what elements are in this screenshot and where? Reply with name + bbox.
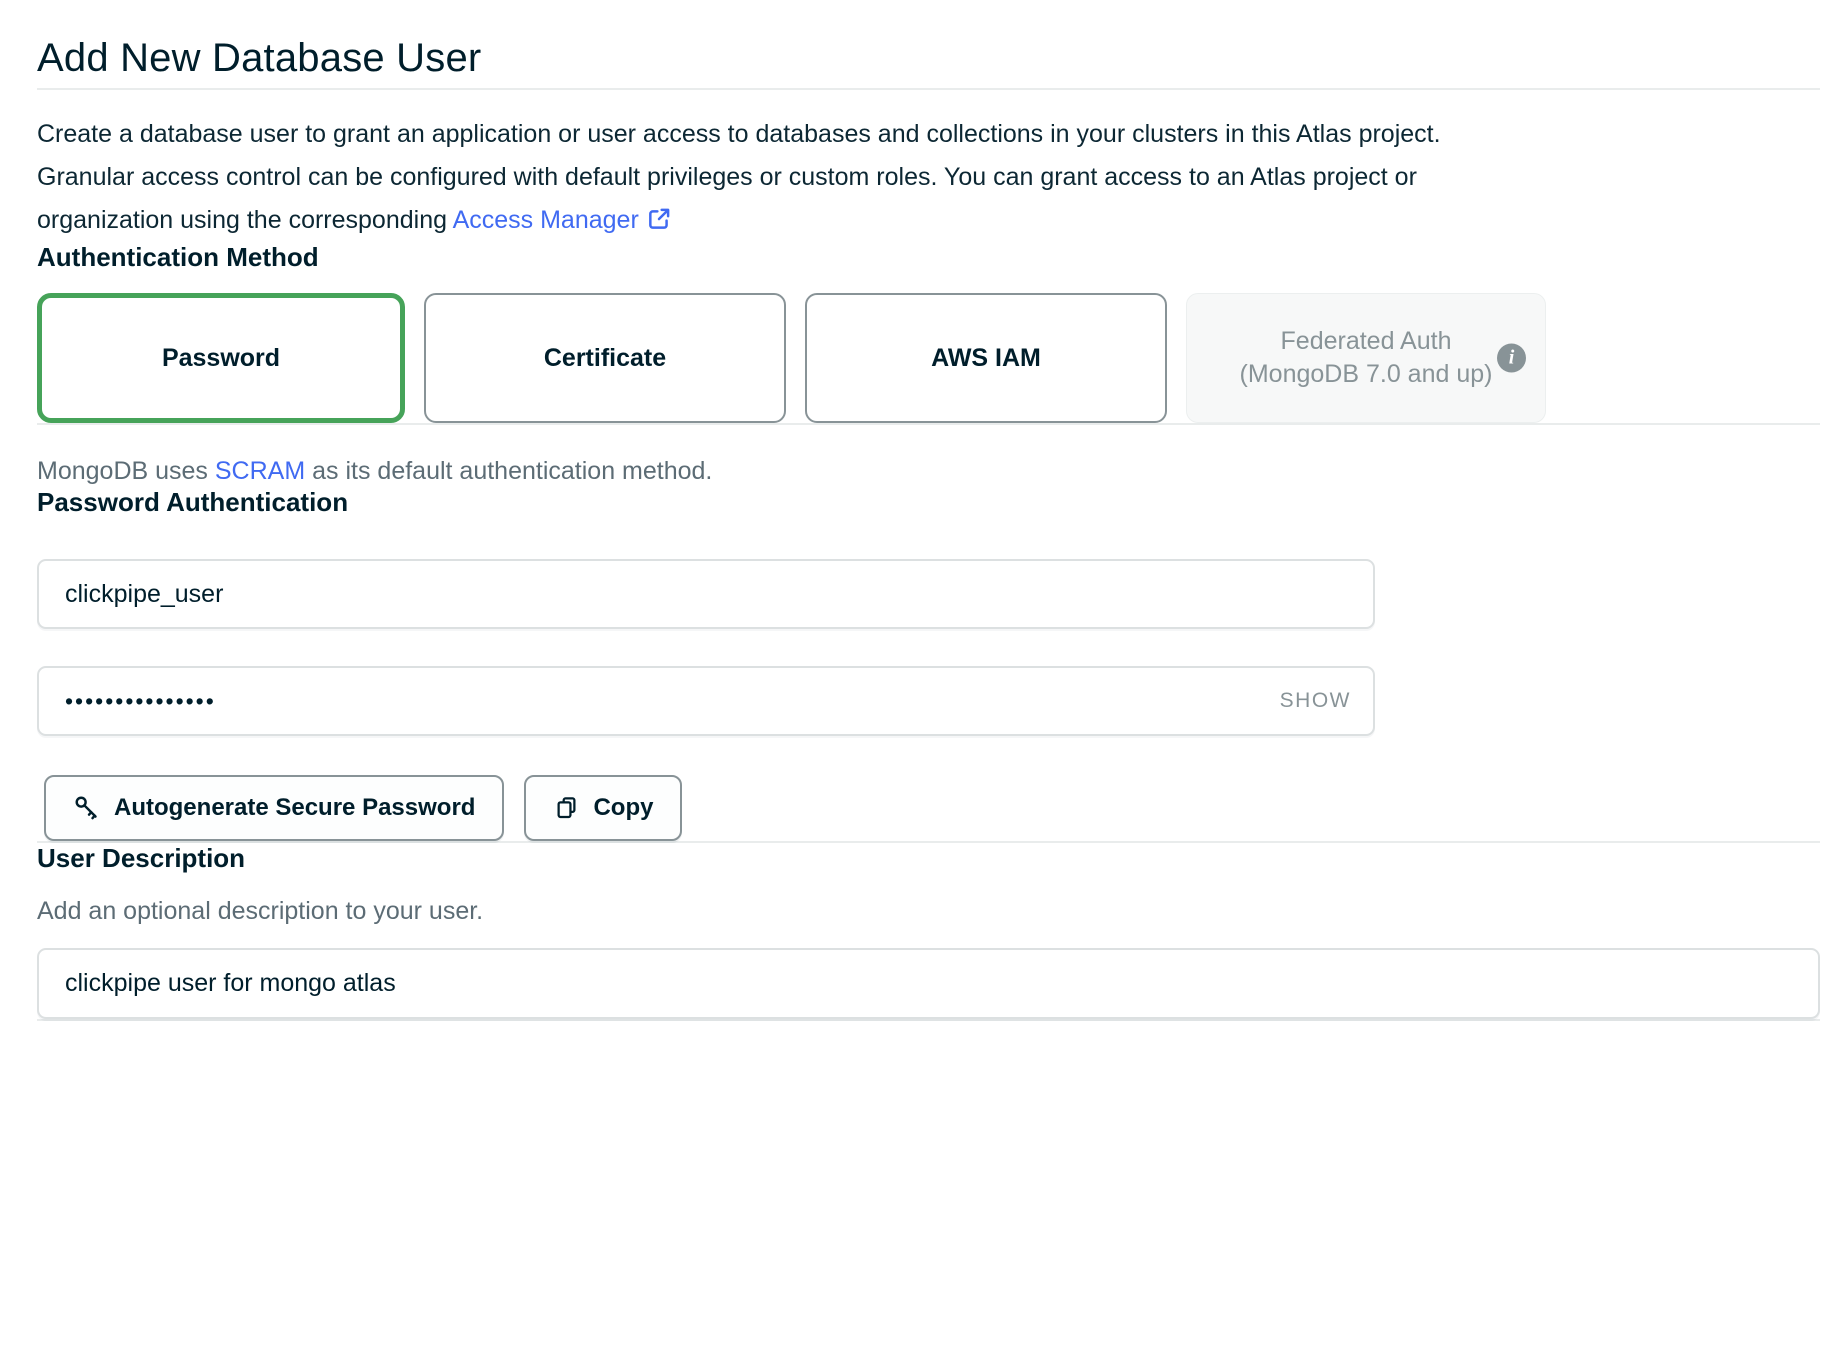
add-new-database-user-page: Add New Database User Create a database … bbox=[37, 0, 1820, 1021]
user-description-subtext: Add an optional description to your user… bbox=[37, 895, 1820, 927]
user-description-heading: User Description bbox=[37, 843, 1820, 875]
auth-option-aws-iam[interactable]: AWS IAM bbox=[805, 293, 1167, 423]
auth-method-options: Password Certificate AWS IAM Federated A… bbox=[37, 293, 1546, 423]
autogenerate-password-label: Autogenerate Secure Password bbox=[114, 794, 475, 822]
auth-option-password[interactable]: Password bbox=[37, 293, 405, 423]
password-authentication-heading: Password Authentication bbox=[37, 487, 1820, 519]
copy-label: Copy bbox=[593, 794, 653, 822]
auth-option-certificate[interactable]: Certificate bbox=[424, 293, 786, 423]
copy-icon bbox=[553, 795, 580, 822]
key-icon bbox=[73, 794, 101, 822]
scram-link[interactable]: SCRAM bbox=[215, 457, 305, 485]
access-manager-link[interactable]: Access Manager bbox=[453, 206, 639, 234]
show-password-button[interactable]: SHOW bbox=[1280, 689, 1351, 713]
password-field: SHOW bbox=[37, 666, 1375, 736]
divider bbox=[37, 423, 1820, 425]
user-description-field bbox=[37, 948, 1820, 1019]
authentication-method-heading: Authentication Method bbox=[37, 242, 1820, 274]
federated-auth-sublabel: (MongoDB 7.0 and up) bbox=[1240, 358, 1493, 391]
auth-option-label: Federated Auth (MongoDB 7.0 and up) bbox=[1240, 325, 1493, 391]
divider bbox=[37, 1019, 1820, 1021]
autogenerate-password-button[interactable]: Autogenerate Secure Password bbox=[44, 775, 504, 841]
auth-option-label: Password bbox=[162, 344, 280, 373]
page-title: Add New Database User bbox=[37, 0, 1820, 88]
external-link-icon bbox=[646, 206, 672, 232]
copy-password-button[interactable]: Copy bbox=[524, 775, 682, 841]
username-input[interactable] bbox=[37, 559, 1375, 629]
scram-note-after: as its default authentication method. bbox=[305, 457, 712, 485]
username-field bbox=[37, 559, 1375, 629]
federated-auth-label: Federated Auth bbox=[1240, 325, 1493, 358]
scram-note-before: MongoDB uses bbox=[37, 457, 215, 485]
password-actions: Autogenerate Secure Password Copy bbox=[44, 775, 1820, 841]
info-icon[interactable]: i bbox=[1497, 344, 1526, 373]
auth-option-label: Certificate bbox=[544, 344, 666, 373]
auth-option-label: AWS IAM bbox=[931, 344, 1041, 373]
auth-option-federated-auth[interactable]: Federated Auth (MongoDB 7.0 and up) i bbox=[1186, 293, 1546, 423]
password-input[interactable] bbox=[37, 666, 1375, 736]
intro-text-body: Create a database user to grant an appli… bbox=[37, 120, 1441, 234]
divider bbox=[37, 88, 1820, 90]
scram-note: MongoDB uses SCRAM as its default authen… bbox=[37, 455, 1820, 487]
intro-text: Create a database user to grant an appli… bbox=[37, 113, 1542, 242]
user-description-input[interactable] bbox=[37, 948, 1820, 1019]
